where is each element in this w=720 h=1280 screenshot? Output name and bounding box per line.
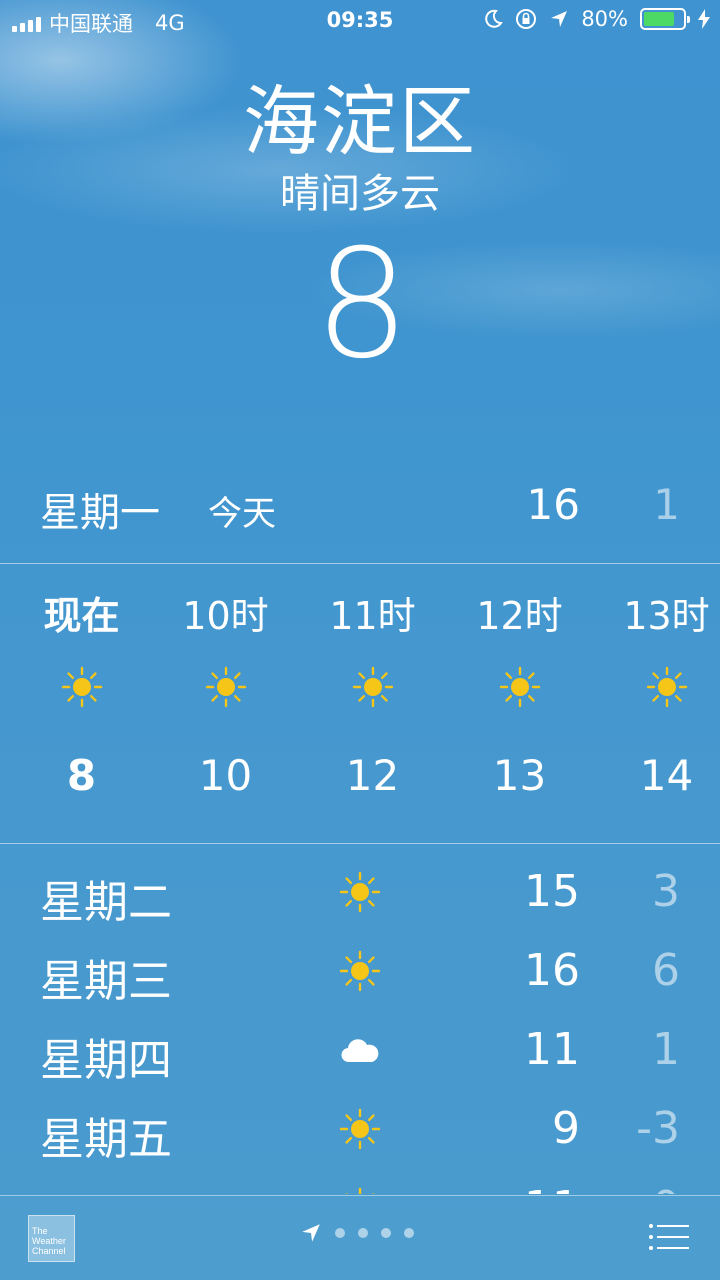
- page-dot: [381, 1228, 391, 1238]
- daily-weekday: 星期三: [40, 956, 172, 1007]
- hourly-item: 13时 14: [593, 565, 720, 800]
- daily-row: 星期二 15 3: [0, 852, 720, 930]
- weather-condition: 晴间多云: [280, 170, 440, 217]
- cloud-icon: [338, 1028, 382, 1072]
- daily-high-temp: 11: [524, 1182, 580, 1194]
- location-arrow-icon: [302, 1224, 320, 1242]
- daily-row: 星期四 11 1: [0, 1010, 720, 1088]
- daily-high-temp: 15: [524, 866, 580, 917]
- today-weekday: 星期一: [40, 490, 160, 536]
- orientation-lock-icon: [516, 9, 537, 29]
- page-dot: [335, 1228, 345, 1238]
- moon-icon: [485, 9, 504, 28]
- daily-low-temp: 0: [652, 1182, 680, 1194]
- list-icon[interactable]: [648, 1222, 690, 1252]
- hourly-item: 现在 8: [8, 565, 155, 800]
- daily-high-temp: 9: [552, 1103, 580, 1154]
- hourly-item: 11时 12: [299, 565, 446, 800]
- sun-icon: [338, 870, 382, 914]
- hour-label: 12时: [476, 594, 563, 638]
- daily-low-temp: 6: [652, 945, 680, 996]
- sun-icon: [338, 1186, 382, 1194]
- current-temperature: 8: [314, 217, 409, 392]
- page-indicator[interactable]: [300, 1222, 414, 1244]
- status-bar: 中国联通 4G 09:35 80%: [0, 0, 720, 40]
- page-dot: [358, 1228, 368, 1238]
- daily-low-temp: 3: [652, 866, 680, 917]
- hourly-item: 12时 13: [446, 565, 593, 800]
- sun-icon: [446, 665, 593, 709]
- divider-middle: [0, 843, 720, 844]
- daily-high-temp: 16: [524, 945, 580, 996]
- battery-icon: [640, 8, 690, 30]
- page-dot: [404, 1228, 414, 1238]
- daily-weekday: 星期六: [40, 1182, 172, 1194]
- daily-forecast-list[interactable]: 星期二 15 3 星期三 16 6 星期四 11 1 星期五 9 -3 星期六 …: [0, 852, 720, 1194]
- hourly-forecast[interactable]: 现在 8 10时 10 11时 12 12时 13 13时 14: [0, 565, 720, 843]
- daily-weekday: 星期四: [40, 1035, 172, 1086]
- today-low-temp: 1: [653, 480, 680, 529]
- bottom-toolbar: The Weather Channel: [0, 1195, 720, 1280]
- today-label: 今天: [208, 494, 276, 534]
- daily-low-temp: -3: [636, 1103, 680, 1154]
- sun-icon: [8, 665, 155, 709]
- hourly-item: 10时 10: [152, 565, 299, 800]
- sun-icon: [299, 665, 446, 709]
- sun-icon: [593, 665, 720, 709]
- sun-icon: [338, 949, 382, 993]
- daily-high-temp: 11: [524, 1024, 580, 1075]
- daily-row: 星期五 9 -3: [0, 1089, 720, 1167]
- city-name: 海淀区: [243, 77, 477, 166]
- weather-channel-logo[interactable]: The Weather Channel: [28, 1215, 75, 1262]
- daily-row: 星期六 11 0: [0, 1168, 720, 1194]
- hour-temp: 10: [198, 751, 253, 800]
- hour-temp: 14: [639, 751, 694, 800]
- daily-weekday: 星期二: [40, 877, 172, 928]
- hour-temp: 12: [345, 751, 400, 800]
- hour-temp: 13: [492, 751, 547, 800]
- battery-percent: 80%: [581, 7, 628, 31]
- today-summary-row: 星期一 今天 16 1: [0, 470, 720, 540]
- logo-text: The Weather Channel: [32, 1226, 66, 1256]
- hour-label: 现在: [43, 594, 120, 638]
- hour-label: 13时: [623, 594, 710, 638]
- hour-temp: 8: [66, 751, 97, 800]
- charging-bolt-icon: [698, 9, 710, 29]
- daily-low-temp: 1: [652, 1024, 680, 1075]
- hour-label: 11时: [329, 594, 416, 638]
- location-arrow-icon: [551, 11, 568, 27]
- daily-row: 星期三 16 6: [0, 931, 720, 1009]
- location-header: 海淀区 晴间多云 8: [0, 80, 720, 380]
- today-high-temp: 16: [526, 480, 580, 529]
- sun-icon: [338, 1107, 382, 1151]
- divider-top: [0, 563, 720, 564]
- daily-weekday: 星期五: [40, 1114, 172, 1165]
- hour-label: 10时: [182, 594, 269, 638]
- sun-icon: [152, 665, 299, 709]
